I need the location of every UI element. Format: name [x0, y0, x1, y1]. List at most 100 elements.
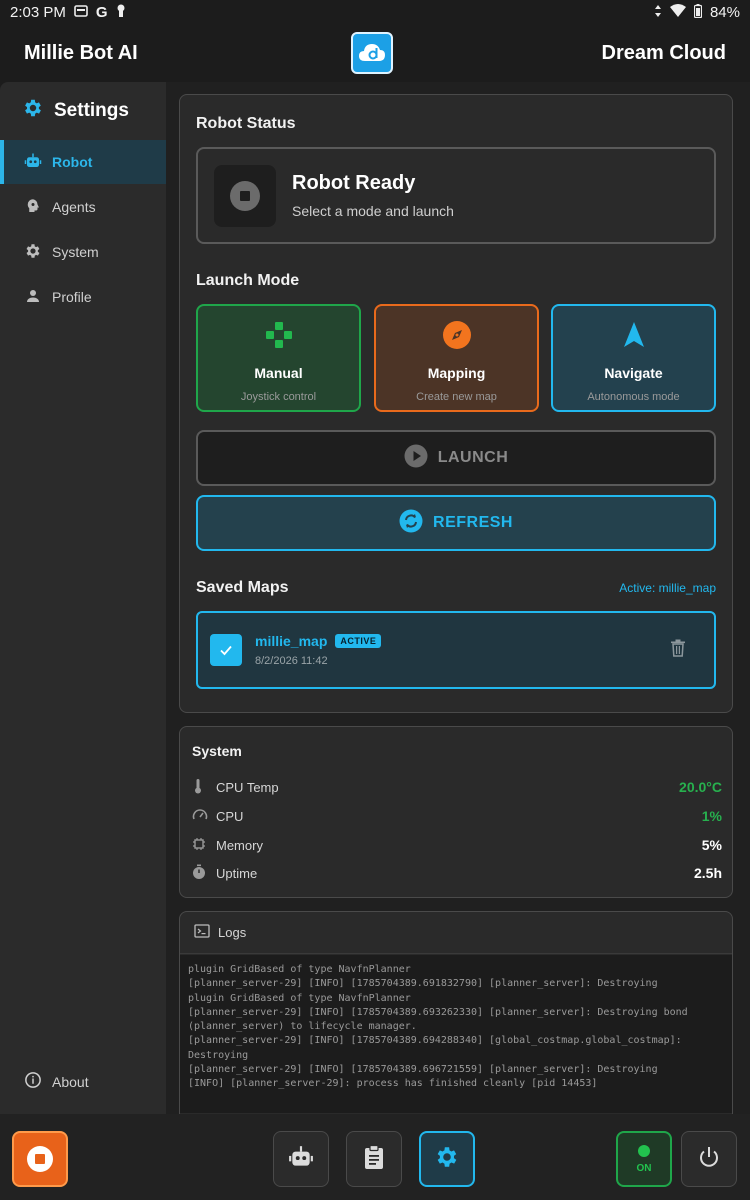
gear-icon — [434, 1144, 460, 1175]
robot-state: Robot Ready — [292, 172, 416, 194]
play-icon — [404, 444, 428, 473]
memory-row: Memory 5% — [192, 835, 722, 855]
launch-label: LAUNCH — [437, 449, 509, 466]
mode-label: Manual — [254, 365, 303, 381]
nav-tasks-button[interactable] — [346, 1131, 402, 1187]
gear-icon — [24, 242, 42, 263]
bottom-bar: ON — [0, 1114, 750, 1200]
status-dot-icon — [638, 1144, 650, 1157]
logs-header[interactable]: Logs — [180, 912, 732, 954]
log-line: [planner_server-29] [INFO] [1785704389.6… — [188, 1064, 658, 1076]
memory-chip-icon — [192, 837, 216, 854]
log-line: [planner_server-29] [INFO] [1785704389.6… — [188, 1035, 682, 1047]
power-button[interactable] — [681, 1131, 737, 1187]
cpu-temp-row: CPU Temp 20.0°C — [192, 777, 722, 797]
launch-button[interactable]: LAUNCH — [196, 430, 716, 486]
sidebar-item-label: About — [52, 1073, 89, 1090]
metric-label: CPU Temp — [216, 779, 279, 795]
nav-settings-button[interactable] — [419, 1131, 475, 1187]
metric-label: Memory — [216, 837, 263, 853]
mode-navigate-button[interactable]: Navigate Autonomous mode — [551, 304, 716, 412]
thermometer-icon — [192, 778, 216, 797]
nav-robot-button[interactable] — [273, 1131, 329, 1187]
main-panel: Robot Status Robot Ready Select a mode a… — [166, 82, 750, 1114]
stop-status-icon — [214, 164, 276, 227]
sidebar-item-system[interactable]: System — [0, 230, 166, 274]
uptime-value: 2.5h — [693, 865, 722, 881]
data-arrows-icon — [654, 4, 662, 21]
trash-icon[interactable] — [670, 639, 686, 662]
refresh-icon — [399, 509, 423, 538]
cpu-row: CPU 1% — [192, 806, 722, 826]
mode-description: Create new map — [416, 391, 497, 403]
saved-map-item[interactable]: millie_map ACTIVE 8/2/2026 11:42 — [196, 611, 716, 689]
app-bar: Millie Bot AI Dream Cloud — [0, 24, 750, 82]
log-line: plugin GridBased of type NavfnPlanner — [188, 992, 411, 1004]
active-map-note: Active: millie_map — [619, 581, 716, 595]
dream-cloud-logo-icon — [351, 32, 393, 74]
log-line: Destroying — [188, 1049, 249, 1061]
sidebar-title: Settings — [54, 100, 129, 121]
log-line: [planner_server-29] [INFO] [1785704389.6… — [188, 1006, 688, 1018]
status-bar: 2:03 PM G 84% — [0, 0, 750, 24]
battery-percent: 84% — [709, 3, 740, 21]
map-name: millie_map — [255, 633, 328, 649]
clock: 2:03 PM — [10, 3, 66, 21]
brain-icon — [24, 197, 42, 218]
power-icon — [697, 1145, 721, 1174]
log-line: [planner_server-29] [INFO] [1785704389.6… — [188, 978, 658, 990]
refresh-label: REFRESH — [433, 514, 513, 531]
cpu-value: 1% — [701, 808, 722, 824]
log-line: [INFO] [planner_server-29]: process has … — [188, 1078, 598, 1090]
clipboard-icon — [362, 1144, 386, 1175]
cpu-temp-value: 20.0°C — [679, 779, 722, 795]
compass-icon — [442, 320, 472, 355]
active-badge: ACTIVE — [335, 634, 382, 648]
memory-value: 5% — [701, 837, 722, 853]
google-icon: G — [95, 3, 108, 21]
robot-icon — [24, 152, 42, 173]
uptime-row: Uptime 2.5h — [192, 863, 722, 883]
terminal-icon — [194, 924, 210, 941]
robot-icon — [288, 1144, 314, 1175]
robot-state-hint: Select a mode and launch — [292, 203, 454, 219]
mode-label: Navigate — [604, 365, 663, 381]
logs-card: Logs plugin GridBased of type NavfnPlann… — [179, 911, 733, 1114]
sidebar-item-label: Profile — [52, 289, 92, 305]
logs-output[interactable]: plugin GridBased of type NavfnPlanner [p… — [180, 955, 732, 1113]
keyhole-icon — [116, 4, 126, 21]
metric-label: CPU — [216, 808, 244, 824]
map-selected-checkbox[interactable] — [210, 634, 242, 666]
launch-mode-heading: Launch Mode — [196, 272, 300, 289]
sidebar-item-label: Agents — [52, 199, 96, 215]
sidebar-item-label: Robot — [52, 154, 93, 170]
info-icon — [24, 1071, 42, 1092]
mode-manual-button[interactable]: Manual Joystick control — [196, 304, 361, 412]
robot-card: Robot Status Robot Ready Select a mode a… — [179, 94, 733, 713]
power-state-label: ON — [636, 1162, 652, 1174]
gauge-icon — [192, 807, 216, 826]
sidebar-item-agents[interactable]: Agents — [0, 185, 166, 229]
sidebar-item-about[interactable]: About — [24, 1071, 89, 1092]
wifi-icon — [669, 4, 686, 20]
settings-sidebar: Settings Robot Agents System Profile Abo… — [0, 82, 166, 1114]
brand-title: Dream Cloud — [601, 41, 726, 64]
mode-label: Mapping — [427, 365, 486, 381]
power-state-toggle[interactable]: ON — [616, 1131, 672, 1187]
sidebar-header: Settings — [0, 82, 166, 140]
sidebar-item-label: System — [52, 244, 99, 260]
map-date: 8/2/2026 11:42 — [255, 655, 328, 667]
system-heading: System — [192, 743, 242, 759]
battery-icon — [693, 3, 703, 21]
sidebar-item-profile[interactable]: Profile — [0, 275, 166, 319]
mode-mapping-button[interactable]: Mapping Create new map — [374, 304, 539, 412]
log-line: (planner_server) to lifecycle manager. — [188, 1021, 417, 1033]
robot-status-heading: Robot Status — [196, 115, 296, 132]
app-title: Millie Bot AI — [24, 41, 138, 64]
notification-icon — [74, 4, 88, 20]
refresh-button[interactable]: REFRESH — [196, 495, 716, 551]
sidebar-item-robot[interactable]: Robot — [0, 140, 166, 184]
person-icon — [24, 287, 42, 308]
saved-maps-heading: Saved Maps — [196, 579, 289, 596]
emergency-stop-button[interactable] — [12, 1131, 68, 1187]
